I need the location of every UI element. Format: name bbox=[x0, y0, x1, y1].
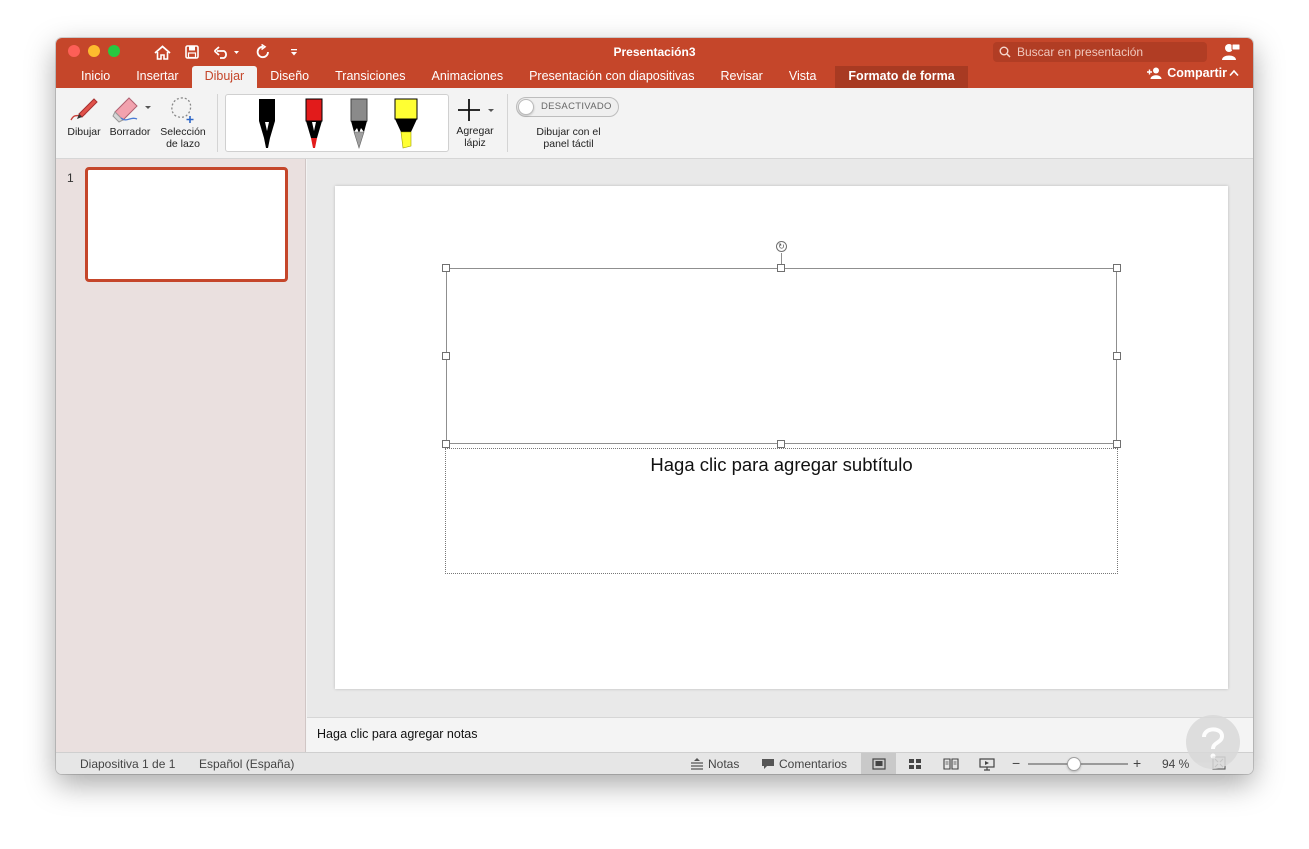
reading-view-button[interactable] bbox=[933, 753, 968, 774]
toggle-label: Dibujar con el panel táctil bbox=[521, 126, 616, 150]
slide-sorter-view-button[interactable] bbox=[897, 753, 932, 774]
resize-handle[interactable] bbox=[442, 264, 450, 272]
search-icon bbox=[999, 46, 1011, 58]
title-bar: Presentación3 Inicio Insertar Dibujar Di… bbox=[56, 38, 1253, 88]
ribbon-separator bbox=[217, 94, 218, 152]
lasso-icon bbox=[171, 97, 194, 123]
tab-presentacion[interactable]: Presentación con diapositivas bbox=[516, 66, 707, 88]
add-pen-button[interactable]: Agregar lápiz bbox=[452, 97, 498, 149]
lasso-label-2: de lazo bbox=[166, 138, 200, 150]
zoom-slider-knob[interactable] bbox=[1067, 757, 1081, 771]
slide-thumbnail-pane: 1 bbox=[56, 159, 306, 752]
toggle-knob bbox=[518, 99, 534, 115]
slide-canvas[interactable]: ↻ Haga clic para agregar subtítulo bbox=[335, 186, 1228, 689]
watermark-logo-icon bbox=[1186, 715, 1240, 769]
tab-dibujar[interactable]: Dibujar bbox=[191, 66, 258, 88]
resize-handle[interactable] bbox=[1113, 440, 1121, 448]
search-box[interactable] bbox=[993, 42, 1207, 62]
add-person-icon bbox=[1147, 67, 1162, 79]
zoom-level[interactable]: 94 % bbox=[1162, 757, 1189, 771]
book-icon bbox=[942, 758, 959, 770]
subtitle-placeholder[interactable]: Haga clic para agregar subtítulo bbox=[445, 448, 1118, 574]
draw-label: Dibujar bbox=[67, 126, 101, 138]
normal-view-button[interactable] bbox=[861, 753, 896, 774]
plus-icon bbox=[458, 99, 494, 121]
tab-revisar[interactable]: Revisar bbox=[707, 66, 775, 88]
collapse-ribbon-icon[interactable] bbox=[1229, 66, 1239, 80]
slide-sorter-icon bbox=[908, 759, 921, 769]
collaborate-icon[interactable] bbox=[1220, 42, 1242, 62]
slide-editor: ↻ Haga clic para agregar subtítulo bbox=[307, 159, 1253, 717]
lasso-label-1: Selección bbox=[160, 126, 206, 138]
search-input[interactable] bbox=[1017, 45, 1197, 59]
normal-view-icon bbox=[871, 758, 886, 770]
slide-counter: Diapositiva 1 de 1 bbox=[80, 757, 176, 771]
gray-pencil-icon[interactable] bbox=[346, 98, 372, 150]
subtitle-placeholder-text: Haga clic para agregar subtítulo bbox=[650, 454, 913, 475]
tab-inicio[interactable]: Inicio bbox=[68, 66, 123, 88]
resize-handle[interactable] bbox=[442, 352, 450, 360]
rotate-handle-icon[interactable]: ↻ bbox=[776, 241, 787, 252]
comments-label: Comentarios bbox=[779, 757, 848, 771]
eraser-label: Borrador bbox=[109, 126, 151, 138]
notes-label: Notas bbox=[708, 757, 740, 771]
tab-formato-de-forma[interactable]: Formato de forma bbox=[835, 66, 968, 88]
zoom-in-button[interactable]: + bbox=[1133, 755, 1141, 771]
eraser-icon bbox=[112, 97, 151, 123]
touchpad-draw-toggle[interactable]: DESACTIVADO bbox=[516, 97, 619, 117]
language-indicator[interactable]: Español (España) bbox=[199, 757, 294, 771]
lasso-select-button[interactable]: Selección de lazo bbox=[156, 94, 210, 150]
resize-handle[interactable] bbox=[777, 264, 785, 272]
notes-pane[interactable]: Haga clic para agregar notas bbox=[307, 717, 1253, 752]
pen-gallery bbox=[225, 94, 449, 152]
pen-draw-icon bbox=[70, 98, 98, 121]
toggle-state: DESACTIVADO bbox=[541, 101, 612, 112]
resize-handle[interactable] bbox=[1113, 264, 1121, 272]
comments-button[interactable]: Comentarios bbox=[761, 757, 847, 771]
tab-insertar[interactable]: Insertar bbox=[123, 66, 191, 88]
notes-icon bbox=[691, 758, 703, 770]
notes-toggle-button[interactable]: Notas bbox=[690, 757, 739, 771]
draw-button[interactable]: Dibujar bbox=[64, 94, 104, 138]
presentation-icon bbox=[978, 757, 995, 771]
slide-thumbnail[interactable] bbox=[85, 167, 288, 282]
comment-icon bbox=[762, 759, 774, 769]
toggle-label-line-2: panel táctil bbox=[543, 138, 594, 150]
eraser-button[interactable]: Borrador bbox=[106, 94, 154, 138]
tab-animaciones[interactable]: Animaciones bbox=[419, 66, 517, 88]
status-bar: Diapositiva 1 de 1 Español (España) Nota… bbox=[56, 752, 1253, 774]
slideshow-view-button[interactable] bbox=[969, 753, 1004, 774]
red-pen-icon[interactable] bbox=[301, 98, 327, 150]
tab-diseno[interactable]: Diseño bbox=[257, 66, 322, 88]
slide-number: 1 bbox=[67, 171, 74, 185]
add-pen-label-1: Agregar bbox=[456, 125, 494, 137]
notes-placeholder: Haga clic para agregar notas bbox=[317, 727, 478, 741]
yellow-highlighter-icon[interactable] bbox=[391, 98, 421, 150]
tab-transiciones[interactable]: Transiciones bbox=[322, 66, 418, 88]
resize-handle[interactable] bbox=[1113, 352, 1121, 360]
resize-handle[interactable] bbox=[777, 440, 785, 448]
resize-handle[interactable] bbox=[442, 440, 450, 448]
black-pen-icon[interactable] bbox=[254, 98, 280, 150]
ribbon: Dibujar Borrador Selección de lazo Agreg… bbox=[56, 88, 1253, 159]
add-pen-label-2: lápiz bbox=[464, 137, 486, 149]
tab-vista[interactable]: Vista bbox=[776, 66, 830, 88]
share-label: Compartir bbox=[1167, 66, 1227, 80]
share-button[interactable]: Compartir bbox=[1147, 66, 1227, 80]
ribbon-separator bbox=[507, 94, 508, 152]
title-placeholder[interactable] bbox=[446, 268, 1117, 444]
zoom-out-button[interactable]: − bbox=[1012, 755, 1020, 771]
ribbon-tabs: Inicio Insertar Dibujar Diseño Transicio… bbox=[68, 65, 968, 88]
powerpoint-window: Presentación3 Inicio Insertar Dibujar Di… bbox=[56, 38, 1253, 774]
toggle-label-line-1: Dibujar con el bbox=[536, 126, 601, 138]
